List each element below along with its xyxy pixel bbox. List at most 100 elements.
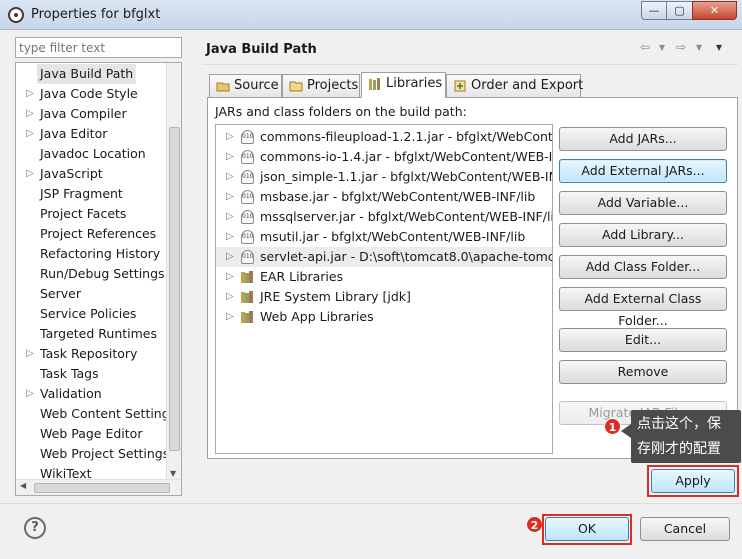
cancel-button[interactable]: Cancel	[640, 517, 730, 541]
view-menu-icon[interactable]: ▾	[716, 40, 722, 56]
expand-arrow-icon[interactable]: ▷	[226, 287, 234, 307]
annotation-badge-1: 1	[604, 418, 621, 435]
scroll-thumb[interactable]	[34, 483, 170, 493]
maximize-button[interactable]: ▢	[666, 1, 693, 20]
expand-arrow-icon[interactable]: ▷	[226, 187, 234, 207]
minimize-button[interactable]: —	[641, 1, 667, 20]
filter-input[interactable]	[15, 37, 182, 58]
tree-item[interactable]: Web Page Editor	[16, 424, 166, 444]
tree-item[interactable]: JSP Fragment	[16, 184, 166, 204]
tree-item-label: Java Build Path	[37, 64, 137, 84]
expand-arrow-icon[interactable]: ▷	[26, 164, 34, 184]
tree-item-label: Validation	[40, 386, 102, 401]
jar-icon: 010	[241, 170, 254, 184]
entry-label: Web App Libraries	[260, 309, 374, 324]
build-path-list[interactable]: ▷ 010 commons-fileupload-1.2.1.jar - bfglx…	[215, 124, 553, 454]
tab-libraries[interactable]: Libraries	[361, 72, 446, 98]
tree-item[interactable]: ▷ Java Compiler	[16, 104, 166, 124]
tab-source[interactable]: Source	[209, 74, 282, 97]
add-library-button[interactable]: Add Library...	[559, 223, 727, 247]
tab-projects[interactable]: Projects	[282, 74, 360, 97]
jar-icon: 010	[241, 250, 254, 264]
libraries-icon	[369, 78, 380, 90]
tree-horizontal-scrollbar[interactable]: ◀	[16, 479, 181, 495]
expand-arrow-icon[interactable]: ▷	[226, 307, 234, 327]
library-container-entry[interactable]: ▷ EAR Libraries	[216, 267, 552, 287]
tree-item[interactable]: Java Build Path	[16, 64, 166, 84]
help-icon[interactable]: ?	[24, 517, 46, 539]
library-icon	[241, 271, 253, 283]
page-title: Java Build Path	[206, 42, 317, 57]
tree-item[interactable]: Refactoring History	[16, 244, 166, 264]
title-bar: Properties for bfglxt — ▢ ✕	[0, 0, 742, 30]
tree-item[interactable]: ▷ Java Code Style	[16, 84, 166, 104]
tree-item[interactable]: Server	[16, 284, 166, 304]
tree-item[interactable]: ▷ JavaScript	[16, 164, 166, 184]
forward-menu-icon[interactable]: ▾	[696, 40, 702, 56]
jar-entry[interactable]: ▷ 010 servlet-api.jar - D:\soft\tomcat8.0\…	[216, 247, 552, 267]
expand-arrow-icon[interactable]: ▷	[226, 247, 234, 267]
scroll-thumb[interactable]	[169, 127, 180, 451]
add-jars-button[interactable]: Add JARs...	[559, 127, 727, 151]
tree-vertical-scrollbar[interactable]: ▼	[166, 63, 181, 480]
jar-entry[interactable]: ▷ 010 commons-io-1.4.jar - bfglxt/WebConte…	[216, 147, 552, 167]
tree-item[interactable]: Project Facets	[16, 204, 166, 224]
back-arrow-icon[interactable]: ⇦	[640, 40, 650, 56]
expand-arrow-icon[interactable]: ▷	[226, 167, 234, 187]
expand-arrow-icon[interactable]: ▷	[26, 84, 34, 104]
tree-item[interactable]: ▷ Java Editor	[16, 124, 166, 144]
tree-item[interactable]: Web Project Settings	[16, 444, 169, 464]
project-icon	[289, 81, 303, 92]
tree-item-label: Task Tags	[40, 366, 99, 381]
expand-arrow-icon[interactable]: ▷	[26, 344, 34, 364]
expand-arrow-icon[interactable]: ▷	[226, 267, 234, 287]
jar-icon: 010	[241, 190, 254, 204]
add-class-folder-button[interactable]: Add Class Folder...	[559, 255, 727, 279]
tree-item[interactable]: ▷ Task Repository	[16, 344, 166, 364]
edit-button[interactable]: Edit...	[559, 328, 727, 352]
tree-item-label: Task Repository	[40, 346, 138, 361]
footer-divider	[0, 503, 742, 504]
apply-button[interactable]: Apply	[651, 469, 735, 493]
close-button[interactable]: ✕	[692, 1, 737, 20]
add-external-class-folder-button[interactable]: Add External Class Folder...	[559, 287, 727, 328]
scroll-left-icon[interactable]: ◀	[20, 481, 26, 490]
tree-item[interactable]: Task Tags	[16, 364, 166, 384]
jar-icon: 010	[241, 210, 254, 224]
expand-arrow-icon[interactable]: ▷	[226, 207, 234, 227]
tree-item[interactable]: Javadoc Location	[16, 144, 166, 164]
expand-arrow-icon[interactable]: ▷	[26, 124, 34, 144]
tree-item[interactable]: Web Content Settings	[16, 404, 176, 424]
expand-arrow-icon[interactable]: ▷	[226, 147, 234, 167]
property-tree[interactable]: Java Build Path ▷ Java Code Style ▷ Java Com…	[15, 62, 182, 496]
tree-item[interactable]: Run/Debug Settings	[16, 264, 166, 284]
tree-item[interactable]: Targeted Runtimes	[16, 324, 166, 344]
library-container-entry[interactable]: ▷ Web App Libraries	[216, 307, 552, 327]
expand-arrow-icon[interactable]: ▷	[26, 384, 34, 404]
jar-entry[interactable]: ▷ 010 mssqlserver.jar - bfglxt/WebContent/…	[216, 207, 552, 227]
jar-entry[interactable]: ▷ 010 commons-fileupload-1.2.1.jar - bfglx…	[216, 127, 552, 147]
jar-entry[interactable]: ▷ 010 json_simple-1.1.jar - bfglxt/WebCont…	[216, 167, 552, 187]
back-menu-icon[interactable]: ▾	[659, 40, 665, 56]
tree-item[interactable]: Project References	[16, 224, 166, 244]
tree-item-label: Java Code Style	[40, 86, 138, 101]
tree-item-label: Refactoring History	[40, 246, 161, 261]
tree-item[interactable]: ▷ Validation	[16, 384, 166, 404]
jar-entry[interactable]: ▷ 010 msbase.jar - bfglxt/WebContent/WEB-I…	[216, 187, 552, 207]
entry-label: EAR Libraries	[260, 269, 344, 284]
jar-entry[interactable]: ▷ 010 msutil.jar - bfglxt/WebContent/WEB-I…	[216, 227, 552, 247]
library-icon	[241, 291, 253, 303]
expand-arrow-icon[interactable]: ▷	[226, 227, 234, 247]
entry-label: JRE System Library [jdk]	[260, 289, 411, 304]
expand-arrow-icon[interactable]: ▷	[226, 127, 234, 147]
remove-button[interactable]: Remove	[559, 360, 727, 384]
ok-button[interactable]: OK	[545, 517, 629, 541]
add-external-jars-button[interactable]: Add External JARs...	[559, 159, 727, 183]
scroll-down-icon[interactable]: ▼	[170, 469, 176, 478]
add-variable-button[interactable]: Add Variable...	[559, 191, 727, 215]
tree-item[interactable]: Service Policies	[16, 304, 166, 324]
library-container-entry[interactable]: ▷ JRE System Library [jdk]	[216, 287, 552, 307]
forward-arrow-icon[interactable]: ⇨	[676, 40, 686, 56]
expand-arrow-icon[interactable]: ▷	[26, 104, 34, 124]
tab-order-and-export[interactable]: Order and Export	[446, 74, 583, 97]
